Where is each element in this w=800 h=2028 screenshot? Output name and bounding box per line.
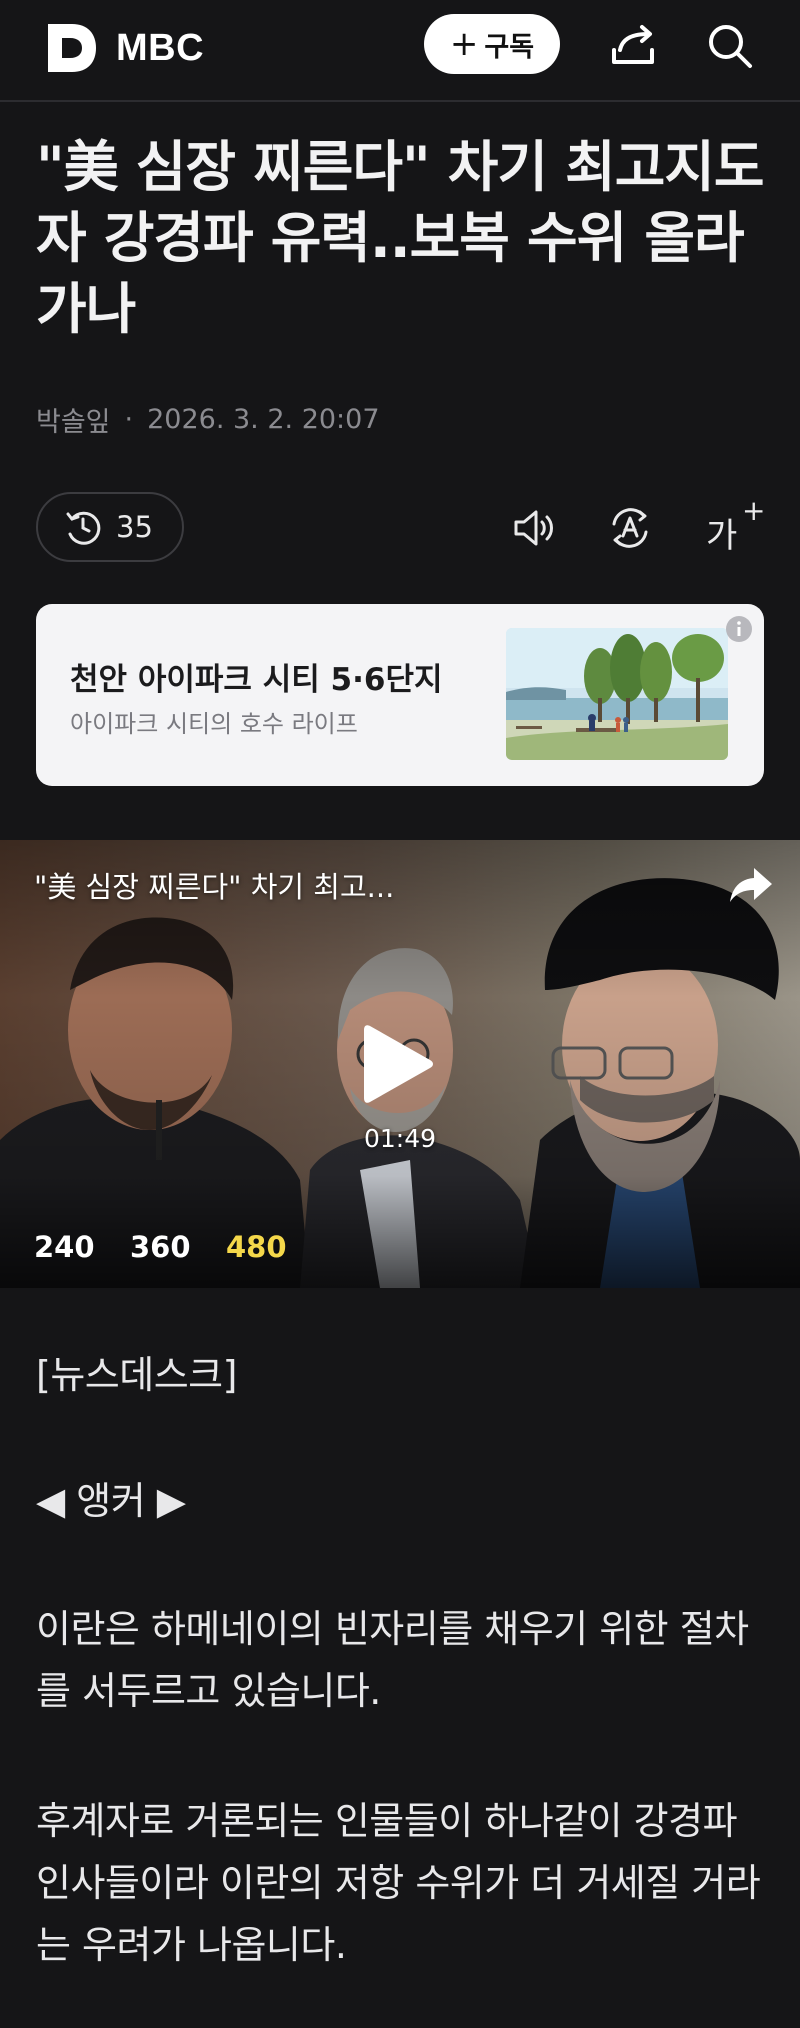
article-paragraph: 이란은 하메네이의 빈자리를 채우기 위한 절차를 서두르고 있습니다. [36, 1607, 749, 1713]
video-title: "美 심장 찌른다" 차기 최고... [34, 870, 395, 904]
article-paragraph: 후계자로 거론되는 인물들이 하나같이 강경파 인사들이라 이란의 저항 수위가… [36, 1799, 761, 1967]
font-size-label: 가 [706, 516, 738, 556]
article-headline: "美 심장 찌른다" 차기 최고지도자 강경파 유력..보복 수위 올라가나 [36, 135, 765, 341]
ad-image [506, 628, 728, 760]
history-icon [66, 511, 101, 545]
article-meta: 박솔잎 · 2026. 3. 2. 20:07 [36, 400, 380, 439]
share-icon[interactable] [608, 20, 660, 72]
video-player[interactable]: "美 심장 찌른다" 차기 최고... 01:49 240 360 480 [0, 840, 800, 1288]
section-tag: [뉴스데스크] [36, 1353, 237, 1397]
author-name[interactable]: 박솔잎 [36, 400, 111, 439]
history-count: 35 [116, 510, 153, 544]
quality-option-480[interactable]: 480 [226, 1230, 287, 1264]
mbc-logo[interactable]: MBC [46, 22, 204, 74]
font-size-plus: + [742, 494, 766, 527]
speaker-icon[interactable] [510, 504, 558, 552]
quality-option-240[interactable]: 240 [34, 1230, 95, 1264]
video-share-icon[interactable] [726, 860, 776, 910]
ad-title: 천안 아이파크 시티 5·6단지 [70, 662, 443, 698]
subscribe-label: 구독 [484, 31, 535, 63]
meta-separator: · [124, 404, 134, 435]
translate-icon[interactable] [606, 504, 654, 552]
play-icon[interactable] [364, 1022, 434, 1106]
article-tools: 35 가 + [36, 492, 765, 564]
logo-d-icon [48, 24, 96, 72]
logo-text: MBC [116, 26, 205, 69]
plus-icon: + [449, 24, 479, 64]
search-icon[interactable] [704, 20, 756, 72]
info-icon[interactable] [724, 614, 754, 644]
publish-datetime: 2026. 3. 2. 20:07 [147, 404, 380, 435]
video-duration: 01:49 [363, 1124, 437, 1153]
font-size-button[interactable]: 가 + [704, 494, 765, 556]
top-header: MBC + 구독 [0, 0, 800, 102]
ad-banner[interactable]: 천안 아이파크 시티 5·6단지 아이파크 시티의 호수 라이프 [36, 604, 764, 786]
history-button[interactable]: 35 [36, 492, 184, 562]
anchor-label: ◀ 앵커 ▶ [36, 1479, 186, 1523]
ad-subtitle: 아이파크 시티의 호수 라이프 [70, 710, 358, 738]
subscribe-button[interactable]: + 구독 [424, 14, 560, 74]
quality-option-360[interactable]: 360 [130, 1230, 191, 1264]
